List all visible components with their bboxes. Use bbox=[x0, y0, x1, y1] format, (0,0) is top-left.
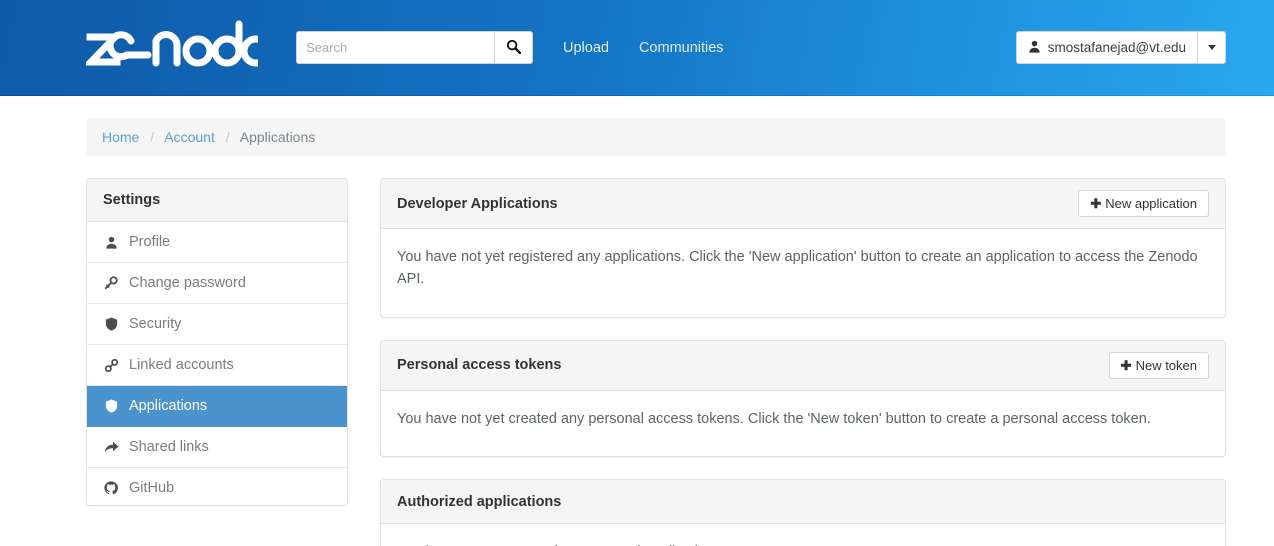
page-content: Home / Account / Applications Settings P… bbox=[0, 96, 1274, 546]
primary-nav: Upload Communities bbox=[563, 40, 724, 56]
search-group bbox=[296, 31, 533, 64]
sidebar-item-change-password[interactable]: Change password bbox=[87, 263, 347, 304]
new-token-label: New token bbox=[1135, 357, 1197, 373]
plus-icon: ✚ bbox=[1120, 357, 1132, 373]
settings-sidebar: Settings Profile Change password Securit… bbox=[86, 178, 348, 506]
sidebar-header: Settings bbox=[87, 179, 347, 222]
sidebar-item-shared-links[interactable]: Shared links bbox=[87, 427, 347, 468]
sidebar-item-github[interactable]: GitHub bbox=[87, 468, 347, 505]
user-menu-toggle[interactable] bbox=[1197, 31, 1226, 64]
breadcrumb-item-applications: Applications bbox=[239, 129, 316, 145]
panel-title: Developer Applications bbox=[397, 195, 558, 212]
panel-title: Personal access tokens bbox=[397, 357, 562, 373]
site-header: Upload Communities smostafanejad@vt.edu bbox=[0, 0, 1274, 96]
authorized-applications-panel: Authorized applications You have not yet… bbox=[380, 479, 1226, 546]
breadcrumb-item-home[interactable]: Home bbox=[102, 129, 139, 145]
search-icon bbox=[506, 39, 522, 57]
sidebar-item-label: Security bbox=[129, 316, 182, 332]
personal-access-tokens-panel: Personal access tokens ✚ New token You h… bbox=[380, 339, 1226, 458]
panel-header: Developer Applications ✚ New application bbox=[381, 179, 1225, 229]
zenodo-logo[interactable] bbox=[86, 17, 258, 79]
panel-header: Authorized applications bbox=[381, 480, 1225, 525]
developer-applications-panel: Developer Applications ✚ New application… bbox=[380, 178, 1226, 318]
key-icon bbox=[103, 276, 119, 290]
sidebar-item-security[interactable]: Security bbox=[87, 304, 347, 345]
panel-title: Authorized applications bbox=[397, 493, 562, 510]
panel-body: You have not yet created any personal ac… bbox=[397, 410, 1151, 427]
sidebar-item-label: Change password bbox=[129, 275, 246, 291]
sidebar-item-profile[interactable]: Profile bbox=[87, 222, 347, 263]
user-email: smostafanejad@vt.edu bbox=[1047, 40, 1186, 55]
new-token-button[interactable]: ✚ New token bbox=[1108, 351, 1209, 379]
search-input[interactable] bbox=[296, 31, 494, 64]
chevron-down-icon bbox=[1207, 45, 1216, 50]
user-menu: smostafanejad@vt.edu bbox=[1015, 31, 1226, 64]
link-chain-icon bbox=[103, 358, 119, 373]
new-application-button[interactable]: ✚ New application bbox=[1078, 190, 1209, 217]
breadcrumb-item-account[interactable]: Account bbox=[164, 129, 215, 145]
sidebar-item-label: Applications bbox=[129, 398, 208, 414]
sidebar-item-label: Profile bbox=[129, 234, 171, 250]
user-icon bbox=[1028, 40, 1041, 56]
shield-icon bbox=[103, 317, 119, 331]
panel-body: You have not yet granted any external ap… bbox=[381, 524, 1225, 546]
user-account-button[interactable]: smostafanejad@vt.edu bbox=[1015, 31, 1197, 64]
github-icon bbox=[103, 481, 119, 495]
panel-header: Personal access tokens ✚ New token bbox=[381, 340, 1225, 391]
nav-communities[interactable]: Communities bbox=[639, 40, 724, 56]
sidebar-item-linked-accounts[interactable]: Linked accounts bbox=[87, 345, 347, 386]
breadcrumb-separator: / bbox=[150, 129, 155, 145]
main-content: Developer Applications ✚ New application… bbox=[380, 178, 1226, 546]
panel-body: You have not yet registered any applicat… bbox=[397, 249, 1198, 287]
sidebar-item-label: Shared links bbox=[129, 439, 209, 455]
breadcrumb: Home / Account / Applications bbox=[86, 118, 1226, 156]
breadcrumb-separator: / bbox=[225, 129, 230, 145]
new-application-label: New application bbox=[1105, 196, 1197, 211]
shield-icon bbox=[103, 399, 119, 413]
sidebar-item-applications[interactable]: Applications bbox=[87, 386, 347, 427]
search-button[interactable] bbox=[494, 31, 533, 64]
share-arrow-icon bbox=[103, 440, 119, 454]
sidebar-item-label: GitHub bbox=[129, 480, 175, 496]
sidebar-item-label: Linked accounts bbox=[129, 357, 234, 373]
plus-icon: ✚ bbox=[1090, 196, 1102, 211]
user-icon bbox=[103, 236, 119, 249]
nav-upload[interactable]: Upload bbox=[563, 40, 609, 56]
